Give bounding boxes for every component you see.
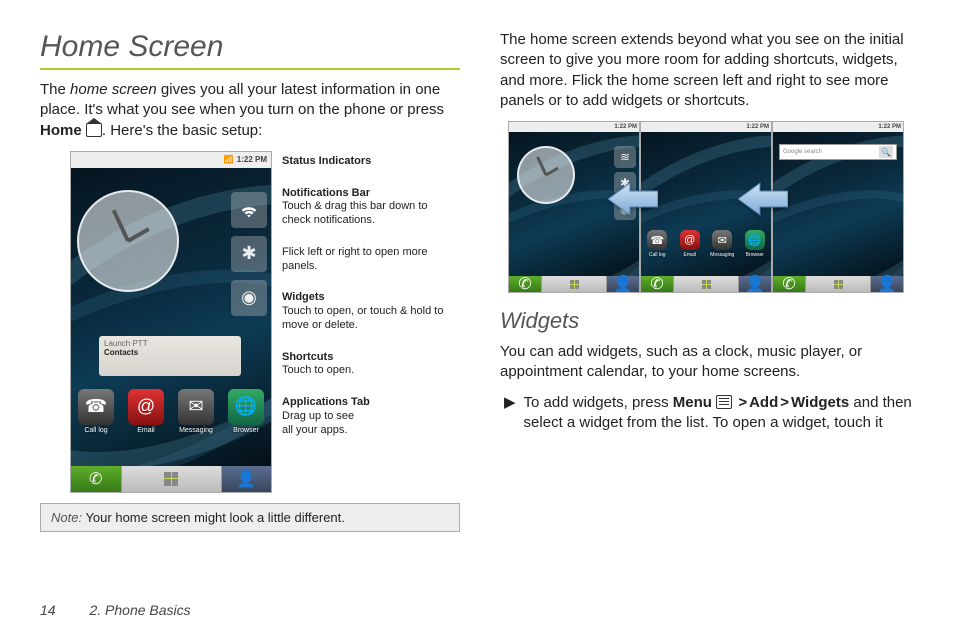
- note-box: Note: Your home screen might look a litt…: [40, 503, 460, 532]
- right-para2: You can add widgets, such as a clock, mu…: [500, 342, 920, 383]
- shortcut-label: Messaging: [179, 427, 213, 434]
- shortcut-label: Call log: [649, 252, 666, 258]
- bullet-a: To add widgets, press: [524, 394, 673, 411]
- callout-notif-t: Notifications Bar: [282, 187, 452, 201]
- callout-shortcuts: ShortcutsTouch to open.: [282, 351, 452, 379]
- bullet-arrow-icon: ▶: [504, 393, 516, 413]
- wallpaper: ✱ ◉ Launch PTT Contacts ☎Call log @Email…: [71, 168, 271, 466]
- phone-mockup: 📶 1:22 PM ✱ ◉ Launch PTT Co: [70, 151, 272, 493]
- callout-widgets-b: Touch to open, or touch & hold to move o…: [282, 305, 452, 333]
- shortcut-email: @Email: [124, 389, 168, 434]
- triple-panels: 1:22 PM ≋ ✱ ◉ ✆👤 1:22 PM ☎Call log: [508, 121, 920, 293]
- clock-widget: [77, 190, 179, 292]
- status-time: 1:22 PM: [614, 124, 637, 130]
- status-time: 1:22 PM: [878, 124, 901, 130]
- page-footer: 14 2. Phone Basics: [40, 602, 191, 618]
- signal-icon: 📶: [224, 155, 234, 164]
- callout-widgets: WidgetsTouch to open, or touch & hold to…: [282, 291, 452, 332]
- shortcut-browser: 🌐Browser: [224, 389, 268, 434]
- intro-a: The: [40, 81, 70, 98]
- intro-paragraph: The home screen gives you all your lates…: [40, 80, 460, 141]
- dial-button: ✆: [71, 466, 121, 492]
- status-time: 1:22 PM: [237, 155, 267, 164]
- status-time: 1:22 PM: [746, 124, 769, 130]
- intro-em: home screen: [70, 81, 157, 98]
- note-body: Your home screen might look a little dif…: [82, 510, 345, 525]
- wifi-icon: [231, 192, 267, 228]
- shortcut-label: Browser: [233, 427, 259, 434]
- shortcut-calllog: ☎Call log: [74, 389, 118, 434]
- callout-status: Status Indicators: [282, 155, 452, 169]
- callout-notif-b: Touch & drag this bar down to check noti…: [282, 200, 452, 228]
- panel-right: 1:22 PM Google search🔍 ✆👤: [772, 121, 904, 293]
- bluetooth-icon: ✱: [231, 236, 267, 272]
- shortcut-messaging: ✉Messaging: [174, 389, 218, 434]
- callout-apps-b1: Drag up to see: [282, 410, 452, 424]
- arrow-left-icon: [608, 181, 658, 217]
- shortcut-label: Browser: [746, 252, 764, 258]
- callout-status-t: Status Indicators: [282, 155, 452, 169]
- callout-short-b: Touch to open.: [282, 364, 452, 378]
- wifi-icon: ≋: [614, 146, 636, 168]
- bullet-widgets: Widgets: [791, 394, 849, 411]
- intro-home: Home: [40, 122, 82, 139]
- shortcut-label: Email: [137, 427, 155, 434]
- bullet-menu: Menu: [673, 394, 712, 411]
- gt-icon: >: [778, 394, 791, 411]
- callout-widgets-t: Widgets: [282, 291, 452, 305]
- shortcut-label: Messaging: [710, 252, 734, 258]
- heading-rule: [40, 68, 460, 70]
- shortcut-label: Email: [683, 252, 696, 258]
- note-lead: Note:: [51, 510, 82, 525]
- widgets-bullet: ▶ To add widgets, press Menu >Add>Widget…: [504, 393, 920, 434]
- heading-widgets: Widgets: [500, 308, 920, 334]
- callout-apps-b2: all your apps.: [282, 424, 452, 438]
- apps-tab: [121, 466, 222, 492]
- status-bar: 📶 1:22 PM: [71, 152, 271, 168]
- intro-c: . Here's the basic setup:: [102, 122, 262, 139]
- heading-home-screen: Home Screen: [40, 30, 460, 64]
- callout-notif: Notifications BarTouch & drag this bar d…: [282, 187, 452, 228]
- callout-apps-t: Applications Tab: [282, 396, 452, 410]
- shortcut-label: Call log: [84, 427, 107, 434]
- phone-figure: 📶 1:22 PM ✱ ◉ Launch PTT Co: [70, 151, 460, 493]
- section-title: 2. Phone Basics: [89, 602, 190, 618]
- callout-short-t: Shortcuts: [282, 351, 452, 365]
- right-para1: The home screen extends beyond what you …: [500, 30, 920, 111]
- widget-l1: Launch PTT: [104, 339, 236, 348]
- search-placeholder: Google search: [783, 149, 822, 155]
- bottom-bar: ✆ 👤: [71, 466, 271, 492]
- ptt-widget: Launch PTT Contacts: [99, 336, 241, 376]
- google-search: Google search 🔍: [779, 144, 897, 160]
- menu-icon: [716, 395, 732, 409]
- gt-icon: >: [736, 394, 749, 411]
- callout-apps: Applications TabDrag up to seeall your a…: [282, 396, 452, 437]
- callout-flick: Flick left or right to open more panels.: [282, 246, 452, 274]
- arrow-left-icon: [738, 181, 788, 217]
- bullet-add: Add: [749, 394, 778, 411]
- page-number: 14: [40, 602, 56, 618]
- widget-l2: Contacts: [104, 348, 236, 357]
- search-icon: 🔍: [879, 146, 893, 158]
- contacts-button: 👤: [222, 466, 272, 492]
- home-icon: [86, 123, 102, 137]
- gps-icon: ◉: [231, 280, 267, 316]
